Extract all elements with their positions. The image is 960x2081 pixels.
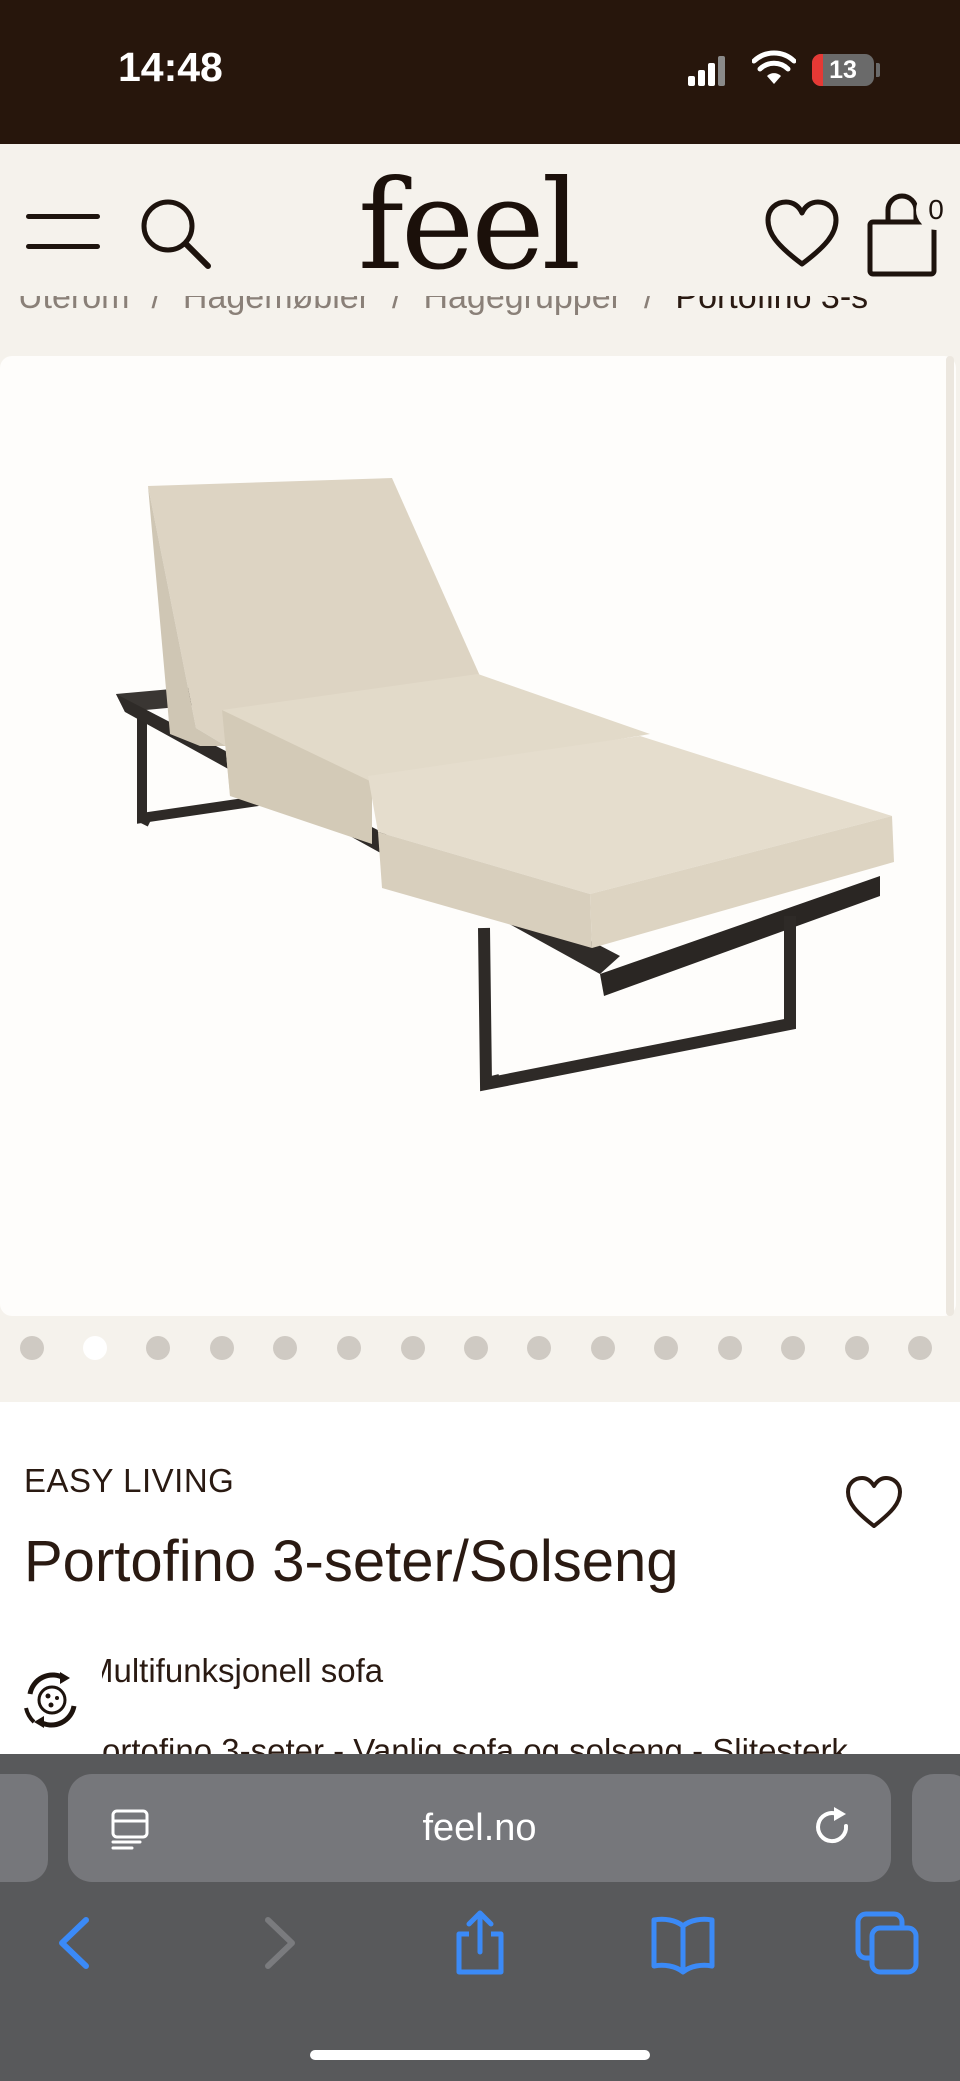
pagination-dot[interactable] — [146, 1336, 170, 1360]
url-text[interactable]: feel.no — [68, 1774, 891, 1882]
pagination-dot[interactable] — [845, 1336, 869, 1360]
breadcrumb-current: Portofino 3-s — [675, 296, 869, 316]
product-image — [116, 478, 894, 1092]
pagination-dot[interactable] — [273, 1336, 297, 1360]
breadcrumb-item[interactable]: Uterom — [18, 296, 129, 316]
product-brand[interactable]: EASY LIVING — [24, 1462, 234, 1500]
product-title: Portofino 3-seter/Solseng — [24, 1529, 679, 1594]
tabs-icon[interactable] — [852, 1908, 922, 1978]
address-bar[interactable]: feel.no — [68, 1774, 891, 1882]
next-tab-preview[interactable] — [912, 1774, 960, 1882]
browser-toolbar: feel.no — [0, 1754, 960, 2081]
back-icon[interactable] — [40, 1908, 110, 1978]
bookmarks-icon[interactable] — [648, 1908, 718, 1978]
pagination-dot-active[interactable] — [83, 1336, 107, 1360]
home-indicator[interactable] — [310, 2050, 650, 2060]
heart-icon[interactable] — [762, 194, 842, 274]
pagination-dot[interactable] — [908, 1336, 932, 1360]
breadcrumb: Uterom / Hagemøbler / Hagegrupper / Portofino … — [0, 296, 960, 330]
battery-icon: 13 — [812, 54, 874, 86]
pagination-dot[interactable] — [337, 1336, 361, 1360]
gallery-scrollbar[interactable] — [946, 356, 954, 1316]
wifi-icon — [752, 50, 796, 84]
pagination-dot[interactable] — [591, 1336, 615, 1360]
previous-tab-preview[interactable] — [0, 1774, 48, 1882]
cart-count-badge[interactable]: 0 — [916, 190, 956, 230]
gallery-pagination — [0, 1334, 960, 1364]
add-to-wishlist-heart-icon[interactable] — [842, 1472, 906, 1532]
product-info: EASY LIVING Portofino 3-seter/Solseng Mu… — [0, 1402, 960, 1769]
share-icon[interactable] — [445, 1908, 515, 1978]
product-subtitle: Multifunksjonell sofa — [86, 1652, 384, 1689]
forward-icon[interactable] — [244, 1908, 314, 1978]
status-bar: 14:48 13 — [0, 0, 960, 144]
breadcrumb-item[interactable]: Hagemøbler — [183, 296, 370, 316]
breadcrumb-item[interactable]: Hagegrupper — [423, 296, 621, 316]
search-icon[interactable] — [138, 196, 214, 272]
site-logo[interactable]: feel — [358, 164, 581, 288]
pagination-dot[interactable] — [654, 1336, 678, 1360]
pagination-dot[interactable] — [781, 1336, 805, 1360]
pagination-dot[interactable] — [401, 1336, 425, 1360]
pagination-dot[interactable] — [210, 1336, 234, 1360]
status-time: 14:48 — [118, 44, 223, 90]
cookie-settings-icon[interactable] — [16, 1664, 88, 1736]
product-image-gallery[interactable] — [0, 356, 956, 1316]
site-header: feel 0 — [0, 144, 960, 315]
pagination-dot[interactable] — [718, 1336, 742, 1360]
pagination-dot[interactable] — [464, 1336, 488, 1360]
menu-icon[interactable] — [26, 214, 100, 250]
pagination-dot[interactable] — [527, 1336, 551, 1360]
battery-level: 13 — [829, 56, 857, 84]
cellular-signal-icon — [688, 56, 725, 86]
reload-icon[interactable] — [810, 1804, 856, 1850]
pagination-dot[interactable] — [20, 1336, 44, 1360]
